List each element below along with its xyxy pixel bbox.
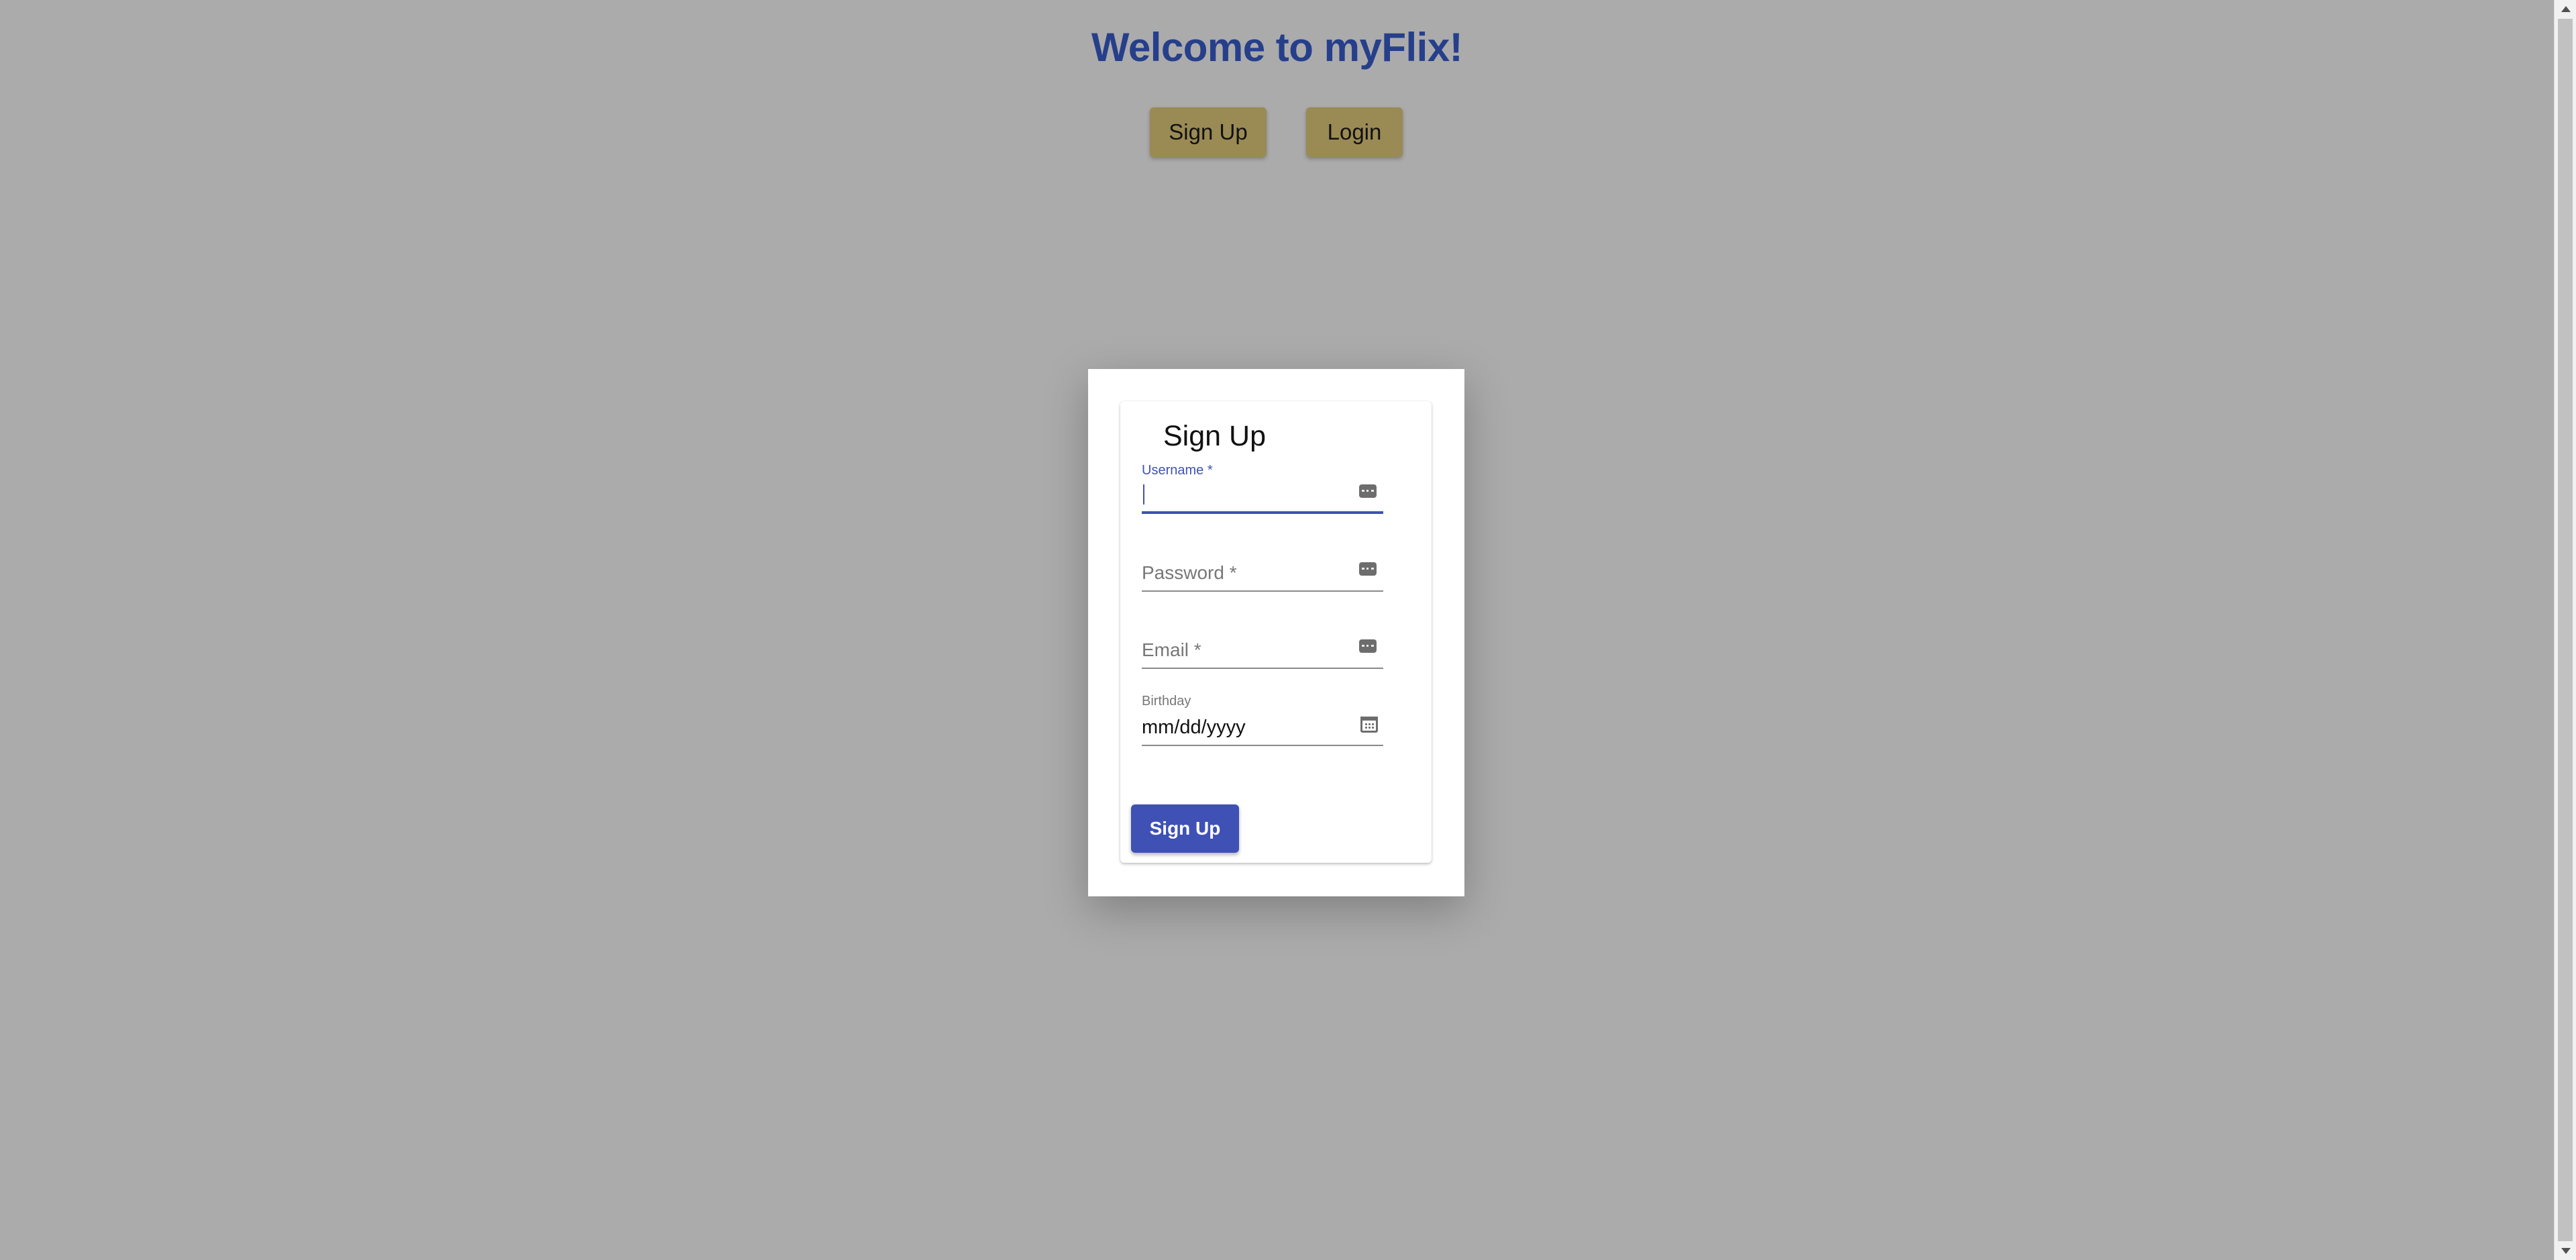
password-manager-icon[interactable] xyxy=(1359,562,1377,576)
signup-card-title: Sign Up xyxy=(1163,420,1266,452)
vertical-scrollbar[interactable] xyxy=(2554,0,2576,1260)
signup-nav-button[interactable]: Sign Up xyxy=(1150,107,1267,157)
username-underline xyxy=(1142,511,1383,514)
page-title: Welcome to myFlix! xyxy=(1091,25,1463,70)
birthday-underline xyxy=(1142,745,1383,746)
birthday-field[interactable]: Birthday mm/dd/yyyy xyxy=(1142,694,1383,747)
login-nav-button[interactable]: Login xyxy=(1306,107,1403,157)
password-underline xyxy=(1142,590,1383,592)
scroll-up-arrow-icon[interactable] xyxy=(2555,0,2576,19)
signup-submit-button[interactable]: Sign Up xyxy=(1131,804,1239,853)
password-field[interactable]: Password * xyxy=(1142,562,1383,592)
password-label: Password * xyxy=(1142,562,1237,583)
username-field[interactable]: Username * xyxy=(1142,463,1383,517)
scrollbar-thumb[interactable] xyxy=(2558,19,2573,1241)
signup-card: Sign Up Username * Password * Email * Bi… xyxy=(1120,401,1432,863)
email-field[interactable]: Email * xyxy=(1142,639,1383,669)
signup-modal: Sign Up Username * Password * Email * Bi… xyxy=(1088,369,1464,896)
password-manager-icon[interactable] xyxy=(1359,484,1377,498)
calendar-icon[interactable] xyxy=(1360,717,1378,733)
password-manager-icon[interactable] xyxy=(1359,639,1377,653)
email-label: Email * xyxy=(1142,639,1201,660)
birthday-date-value[interactable]: mm/dd/yyyy xyxy=(1142,717,1246,739)
scroll-down-arrow-icon[interactable] xyxy=(2555,1241,2576,1260)
email-underline xyxy=(1142,668,1383,669)
birthday-label: Birthday xyxy=(1142,694,1191,708)
username-label: Username * xyxy=(1142,463,1213,478)
text-caret xyxy=(1143,484,1144,505)
